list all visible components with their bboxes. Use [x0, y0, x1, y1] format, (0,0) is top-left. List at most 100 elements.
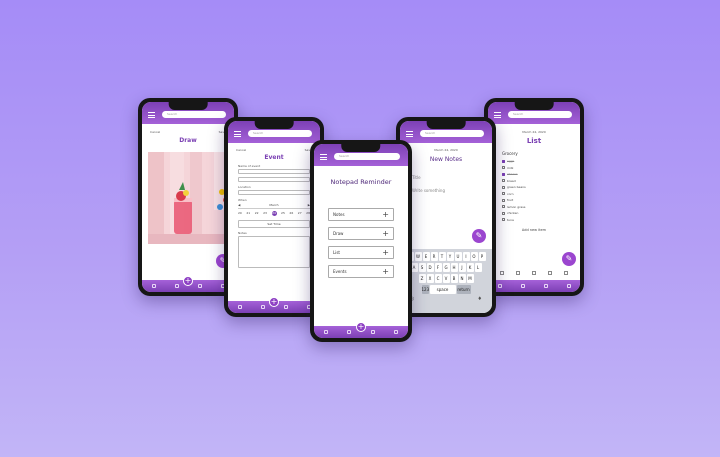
pen-icon[interactable]: ✎: [562, 252, 576, 266]
calendar-day[interactable]: 26: [289, 211, 293, 216]
sort-icon[interactable]: [516, 271, 520, 275]
key[interactable]: J: [458, 263, 466, 272]
home-icon[interactable]: [323, 330, 328, 334]
home-icon[interactable]: [237, 305, 242, 309]
calendar-day[interactable]: 22: [255, 211, 259, 216]
return-key[interactable]: return: [456, 285, 471, 294]
key[interactable]: N: [458, 274, 466, 283]
key[interactable]: P: [478, 252, 486, 261]
pen-icon[interactable]: ✎: [472, 229, 486, 243]
key[interactable]: E: [422, 252, 430, 261]
checkbox[interactable]: [502, 218, 505, 221]
checkbox[interactable]: [502, 179, 505, 182]
checkbox[interactable]: [502, 205, 505, 208]
key[interactable]: M: [466, 274, 474, 283]
search-input[interactable]: Search: [420, 130, 484, 137]
key[interactable]: X: [426, 274, 434, 283]
key[interactable]: G: [442, 263, 450, 272]
cancel-button[interactable]: Cancel: [150, 130, 160, 134]
list-item[interactable]: green beans: [502, 185, 566, 189]
checkbox[interactable]: [502, 159, 505, 163]
add-button[interactable]: +: [356, 322, 366, 332]
key[interactable]: F: [434, 263, 442, 272]
list-item[interactable]: cheese: [502, 172, 566, 176]
key[interactable]: B: [450, 274, 458, 283]
key[interactable]: O: [470, 252, 478, 261]
list-item[interactable]: milk: [502, 166, 566, 170]
key[interactable]: Y: [446, 252, 454, 261]
calendar-icon[interactable]: [520, 284, 525, 288]
list-item[interactable]: chicken: [502, 211, 566, 215]
checkbox[interactable]: [502, 166, 505, 169]
body-field[interactable]: Write something: [400, 180, 492, 193]
set-time-button[interactable]: Set Time: [238, 220, 310, 228]
list-item[interactable]: lemon grass: [502, 205, 566, 209]
calendar-icon[interactable]: [347, 330, 352, 334]
menu-icon[interactable]: [494, 112, 501, 118]
calendar-icon[interactable]: [174, 284, 179, 288]
calendar-day[interactable]: 23: [263, 211, 267, 216]
add-button[interactable]: +: [269, 297, 279, 307]
search-input[interactable]: Search: [334, 153, 400, 160]
notes-field[interactable]: [238, 236, 310, 268]
key[interactable]: R: [430, 252, 438, 261]
checkbox[interactable]: [502, 185, 505, 189]
key[interactable]: Z: [418, 274, 426, 283]
menu-icon[interactable]: [234, 131, 241, 137]
share-icon[interactable]: [548, 271, 552, 275]
list-item[interactable]: fruit: [502, 198, 566, 202]
key[interactable]: H: [450, 263, 458, 272]
key[interactable]: W: [414, 252, 422, 261]
checkbox[interactable]: [502, 211, 505, 215]
grid-icon[interactable]: [532, 271, 536, 275]
space-key[interactable]: space: [429, 285, 456, 294]
trash-icon[interactable]: [564, 271, 568, 275]
key[interactable]: T: [438, 252, 446, 261]
calendar-day[interactable]: 20: [238, 211, 242, 216]
key[interactable]: S: [418, 263, 426, 272]
calendar-day[interactable]: 25: [281, 211, 285, 216]
drawing-image[interactable]: [148, 152, 228, 244]
cancel-button[interactable]: Cancel: [236, 148, 246, 152]
name-field[interactable]: [238, 169, 310, 174]
list-item[interactable]: tuna: [502, 218, 566, 222]
list-icon[interactable]: [500, 271, 504, 275]
checkbox[interactable]: [502, 172, 505, 176]
menu-icon[interactable]: [320, 154, 327, 160]
add-item-button[interactable]: Add new item: [502, 228, 566, 232]
key[interactable]: K: [466, 263, 474, 272]
list-item[interactable]: bread: [502, 179, 566, 183]
calendar-icon[interactable]: [260, 305, 265, 309]
list-icon[interactable]: [197, 284, 202, 288]
key[interactable]: I: [462, 252, 470, 261]
list-item[interactable]: eggs: [502, 159, 566, 163]
list-icon[interactable]: [283, 305, 288, 309]
home-icon[interactable]: [151, 284, 156, 288]
key[interactable]: U: [454, 252, 462, 261]
calendar-day[interactable]: 27: [298, 211, 302, 216]
key[interactable]: C: [434, 274, 442, 283]
checkbox[interactable]: [502, 192, 505, 195]
home-icon[interactable]: [497, 284, 502, 288]
microphone-icon[interactable]: ♦: [478, 296, 482, 302]
events-button[interactable]: Events +: [328, 265, 394, 278]
search-input[interactable]: Search: [248, 130, 312, 137]
menu-icon[interactable]: [148, 112, 155, 118]
settings-icon[interactable]: [394, 330, 399, 334]
title-field[interactable]: Title: [400, 163, 492, 180]
add-button[interactable]: +: [183, 276, 193, 286]
numbers-key[interactable]: 123: [421, 285, 429, 294]
list-icon[interactable]: [543, 284, 548, 288]
draw-button[interactable]: Draw +: [328, 227, 394, 240]
list-item[interactable]: corn: [502, 192, 566, 196]
search-input[interactable]: Search: [162, 111, 226, 118]
search-input[interactable]: Search: [508, 111, 572, 118]
calendar-day[interactable]: 21: [246, 211, 250, 216]
checkbox[interactable]: [502, 198, 505, 202]
key[interactable]: V: [442, 274, 450, 283]
prev-month-icon[interactable]: ◀: [238, 203, 240, 207]
calendar-day[interactable]: 24: [271, 211, 277, 216]
notes-button[interactable]: Notes +: [328, 208, 394, 221]
key[interactable]: L: [474, 263, 482, 272]
settings-icon[interactable]: [566, 284, 571, 288]
